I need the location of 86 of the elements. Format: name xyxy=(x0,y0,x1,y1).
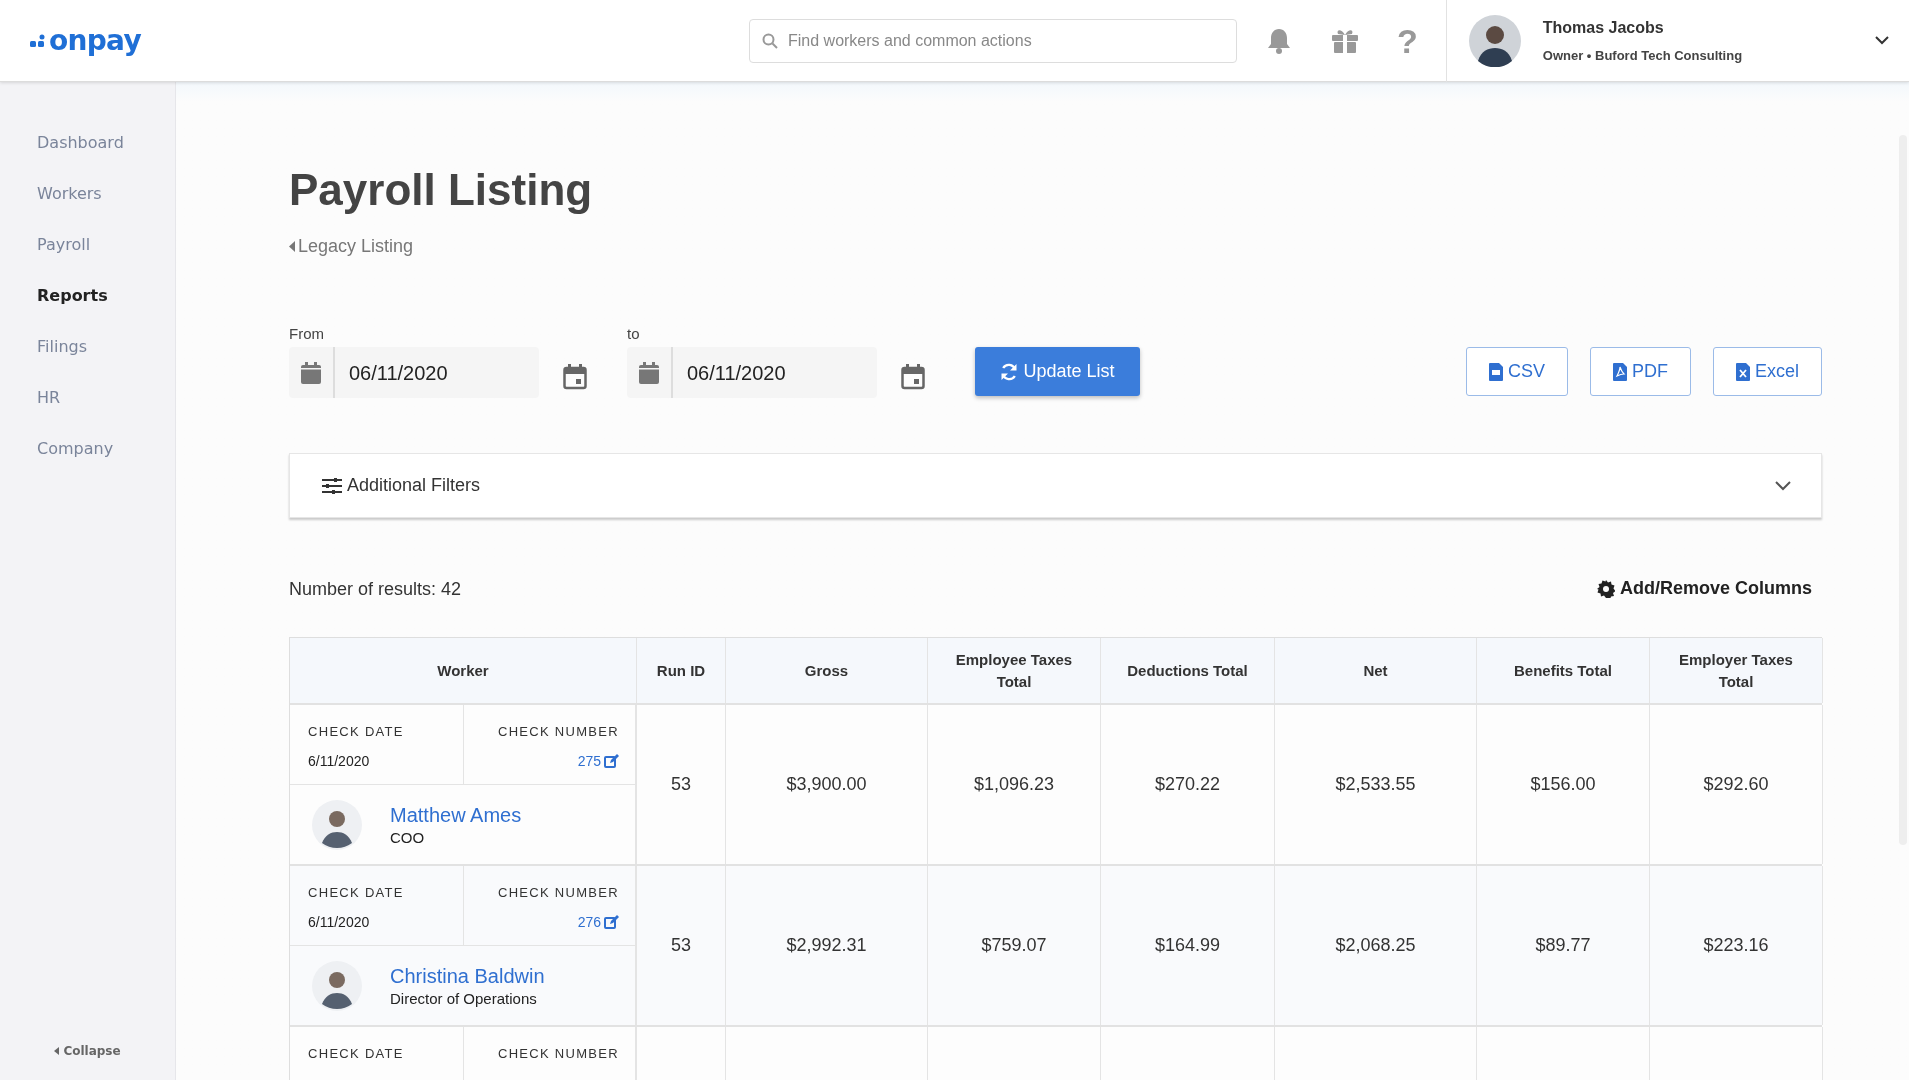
worker-name-link[interactable]: Christina Baldwin xyxy=(390,962,545,989)
sidebar-item[interactable]: Payroll xyxy=(37,232,175,258)
check-number-link[interactable]: 275 xyxy=(577,750,619,772)
gift-icon[interactable] xyxy=(1331,27,1359,54)
check-date-label: CHECK DATE xyxy=(308,723,404,741)
logo[interactable]: onpay xyxy=(49,26,141,55)
chevron-down-icon[interactable] xyxy=(1875,36,1889,45)
caret-left-icon xyxy=(54,1047,60,1055)
file-icon xyxy=(1488,362,1503,381)
page-title: Payroll Listing xyxy=(289,164,594,216)
check-number-link[interactable]: 276 xyxy=(577,911,619,933)
export-button[interactable]: PDF xyxy=(1590,347,1691,396)
worker-name-link[interactable]: Matthew Ames xyxy=(390,801,522,828)
calendar-icon[interactable] xyxy=(901,364,925,390)
date-field[interactable]: 06/11/2020 xyxy=(289,347,539,398)
avatar-icon[interactable] xyxy=(1468,14,1521,67)
additional-filters-label: Additional Filters xyxy=(347,474,481,497)
column-header[interactable]: Employer Taxes Total xyxy=(1662,648,1810,693)
worker-role: COO xyxy=(390,827,425,848)
settings-icon xyxy=(1596,579,1615,598)
legacy-listing-link[interactable]: Legacy Listing xyxy=(289,234,414,258)
table-cell-text: $2,533.55 xyxy=(1335,773,1416,796)
table-cell-text: $1,096.23 xyxy=(973,773,1055,796)
table-cell-text: $164.99 xyxy=(1154,934,1221,957)
sidebar-item[interactable]: Filings xyxy=(37,334,175,360)
calendar-icon xyxy=(301,361,321,384)
check-number-label: CHECK NUMBER xyxy=(497,1045,619,1063)
search-icon xyxy=(762,32,778,49)
table-cell-text: $2,992.31 xyxy=(786,934,867,957)
table-cell-text: $89.77 xyxy=(1535,934,1591,957)
check-number-label: CHECK NUMBER xyxy=(497,884,619,902)
sidebar-item[interactable]: HR xyxy=(37,385,175,411)
help-icon[interactable]: ? xyxy=(1397,23,1418,58)
file-icon xyxy=(1736,362,1750,381)
edit-icon xyxy=(604,754,619,768)
check-date: 6/11/2020 xyxy=(308,912,370,932)
avatar-icon xyxy=(312,960,362,1011)
sidebar-item[interactable]: Workers xyxy=(37,181,175,207)
avatar-icon xyxy=(312,799,362,850)
caret-left-icon xyxy=(289,240,295,252)
table-cell-text: 53 xyxy=(671,934,691,957)
calendar-icon xyxy=(639,361,659,384)
date-label: From xyxy=(289,324,325,344)
column-header[interactable]: Benefits Total xyxy=(1513,659,1613,682)
sidebar-item[interactable]: Reports xyxy=(37,283,175,309)
export-button[interactable]: CSV xyxy=(1465,347,1568,396)
table-cell-text: $3,900.00 xyxy=(786,773,867,796)
refresh-icon xyxy=(1000,362,1019,381)
additional-filters-panel[interactable]: Additional Filters xyxy=(289,453,1822,518)
search-field[interactable]: Find workers and common actions xyxy=(749,18,1237,63)
file-icon xyxy=(1613,362,1627,381)
table-cell-text: $2,068.25 xyxy=(1335,934,1416,957)
table-cell-text: $292.60 xyxy=(1703,773,1769,796)
user-subtitle: Owner • Buford Tech Consulting xyxy=(1542,46,1743,65)
column-header[interactable]: Employee Taxes Total xyxy=(940,648,1088,693)
chevron-icon[interactable] xyxy=(1775,480,1791,491)
edit-icon xyxy=(604,915,619,929)
column-header[interactable]: Deductions Total xyxy=(1127,659,1248,682)
date-label: to xyxy=(627,324,641,344)
table-cell-text: $759.07 xyxy=(981,934,1047,957)
date-field[interactable]: 06/11/2020 xyxy=(627,347,877,398)
notifications-icon[interactable] xyxy=(1267,26,1291,55)
check-date-label: CHECK DATE xyxy=(308,1045,404,1063)
add-remove-columns-button[interactable]: Add/Remove Columns xyxy=(1596,575,1812,602)
calendar-icon[interactable] xyxy=(563,364,587,390)
table-cell-text: $156.00 xyxy=(1530,773,1596,796)
export-button[interactable]: Excel xyxy=(1713,347,1822,396)
table-cell-text: $270.22 xyxy=(1154,773,1221,796)
update-list-button[interactable]: Update List xyxy=(975,347,1140,396)
user-name: Thomas Jacobs xyxy=(1542,17,1665,38)
table-cell-text: $223.16 xyxy=(1703,934,1769,957)
column-header[interactable]: Gross xyxy=(804,659,849,682)
sidebar-item[interactable]: Dashboard xyxy=(37,130,175,156)
check-date: 6/11/2020 xyxy=(308,751,370,771)
collapse-button[interactable]: Collapse xyxy=(54,1042,121,1060)
table-cell-text: 53 xyxy=(671,773,691,796)
column-header[interactable]: Net xyxy=(1363,659,1388,682)
sliders-icon xyxy=(322,477,342,494)
column-header[interactable]: Run ID xyxy=(656,659,706,682)
worker-role: Director of Operations xyxy=(390,988,537,1009)
results-count: Number of results: 42 xyxy=(289,577,462,601)
sidebar-item[interactable]: Company xyxy=(37,436,175,462)
logo-icon xyxy=(30,33,46,48)
column-header[interactable]: Worker xyxy=(437,659,489,682)
check-number-label: CHECK NUMBER xyxy=(497,723,619,741)
check-date-label: CHECK DATE xyxy=(308,884,404,902)
